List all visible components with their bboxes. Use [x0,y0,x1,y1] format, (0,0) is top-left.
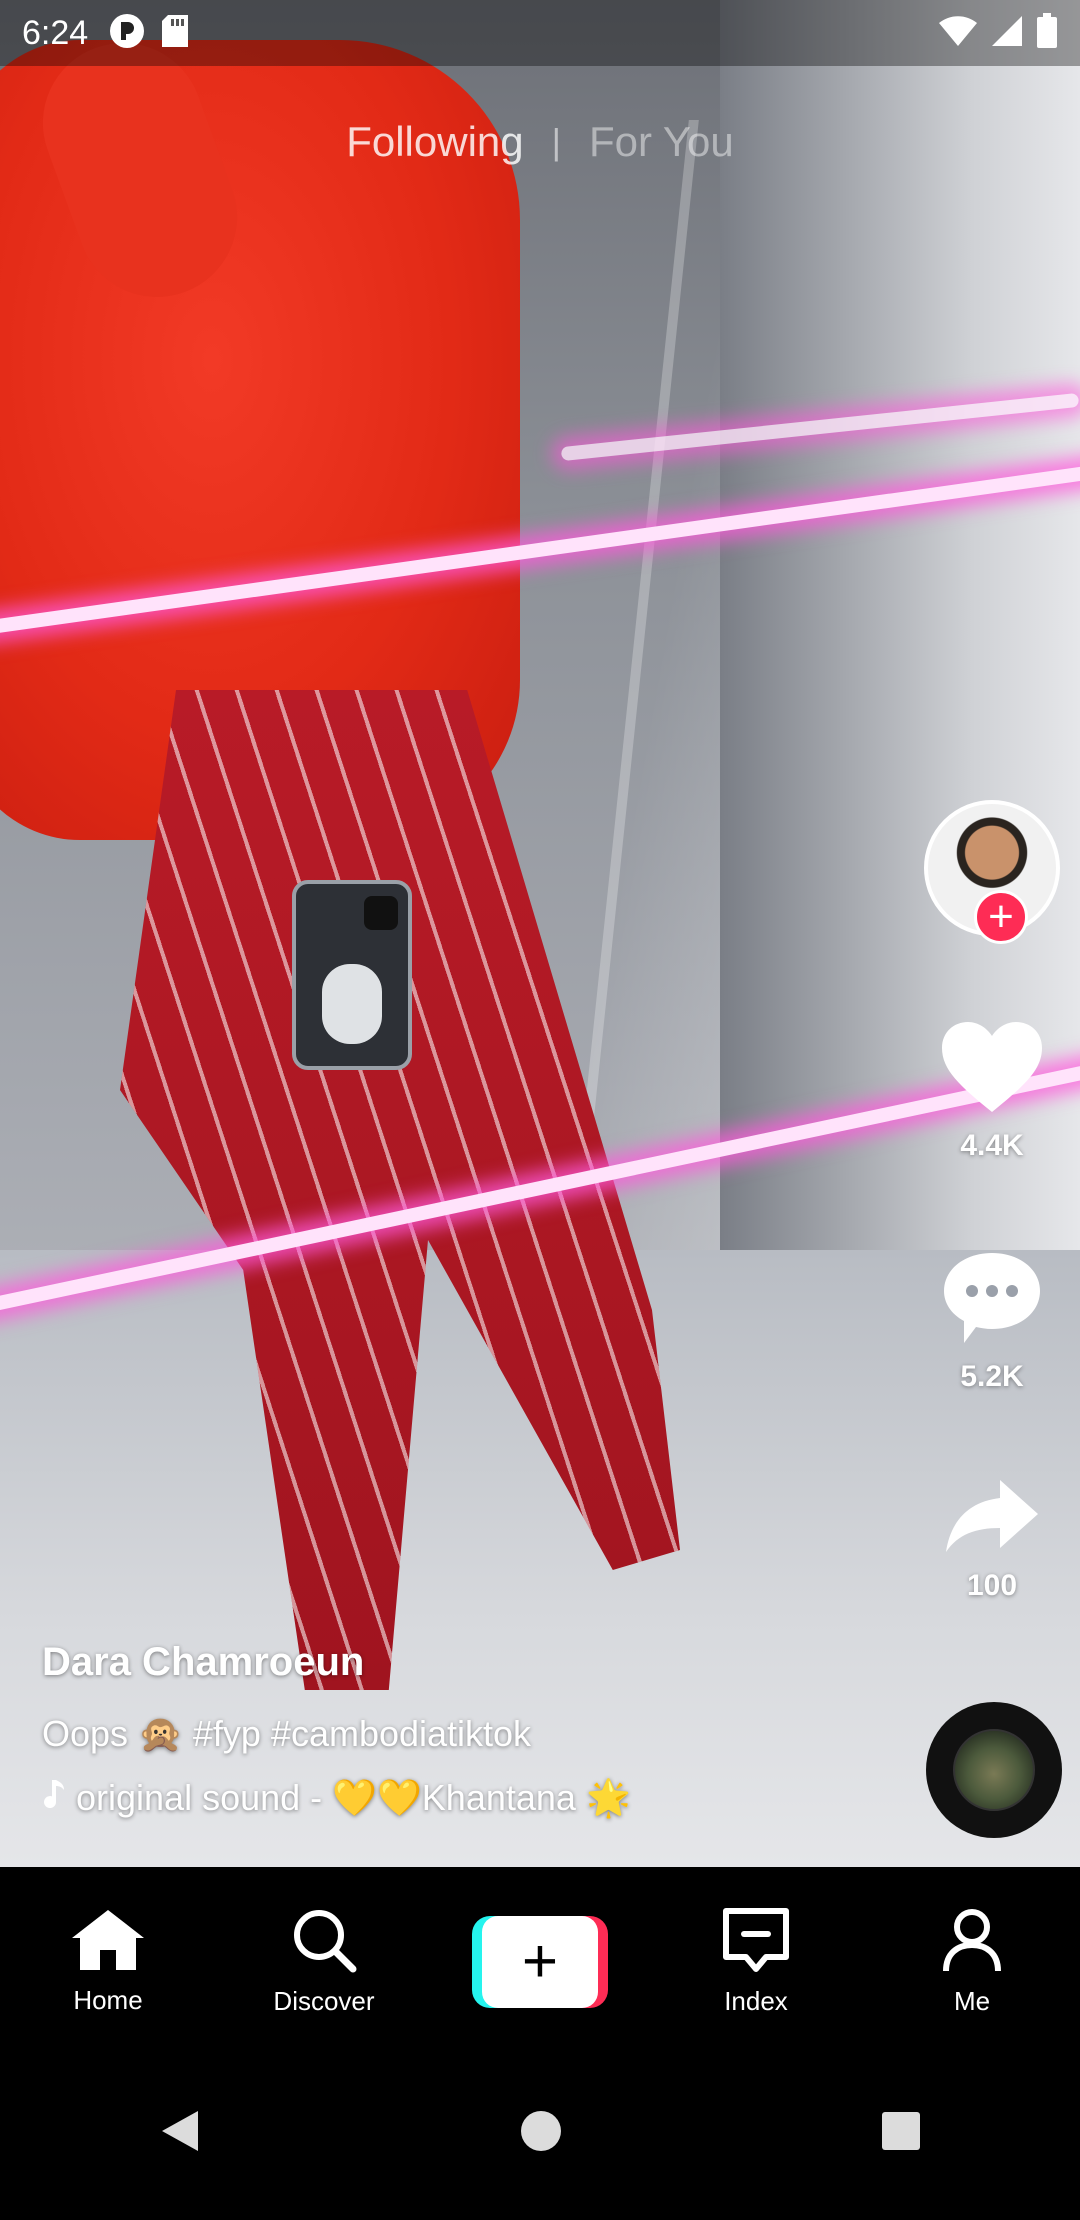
tab-divider: | [551,121,561,162]
music-cover-art [953,1729,1035,1811]
nav-me[interactable]: Me [887,1907,1057,2017]
nav-discover[interactable]: Discover [239,1907,409,2017]
music-disc[interactable] [926,1702,1062,1838]
nav-index-label: Index [724,1986,788,2016]
inbox-icon [722,1907,790,1978]
like-count: 4.4K [960,1129,1024,1162]
recents-square-icon[interactable] [880,2110,922,2157]
tab-following[interactable]: Following [346,118,523,166]
creator-avatar[interactable]: + [924,800,1060,944]
video-description[interactable]: Oops 🙊 #fyp #cambodiatiktok [42,1713,902,1755]
creator-username[interactable]: Dara Chamroeun [42,1640,902,1685]
nav-create[interactable]: + [455,1916,625,2008]
create-button[interactable]: + [472,1916,608,2008]
sound-name[interactable]: original sound - 💛💛Khantana 🌟 [76,1777,631,1819]
search-icon [291,1907,357,1978]
nav-home[interactable]: Home [23,1908,193,2016]
share-arrow-icon [944,1478,1040,1559]
status-bar: 6:24 [0,0,1080,66]
video-phone [292,880,412,1070]
bottom-nav: Home Discover + Index Me [0,1867,1080,2047]
feed-tabs: Following | For You [0,118,1080,166]
home-icon [70,1908,146,1977]
home-circle-icon[interactable] [519,2109,563,2158]
comment-count: 5.2K [960,1360,1024,1393]
battery-icon [1036,12,1058,54]
sd-card-icon [160,13,190,54]
music-note-icon [42,1777,66,1819]
action-rail: + 4.4K 5.2K 100 [922,800,1062,1603]
share-button[interactable]: 100 [944,1478,1040,1603]
video-phone-sticker [322,964,382,1044]
nav-me-label: Me [953,1986,991,2016]
comment-icon [942,1251,1042,1350]
profile-icon [942,1907,1002,1978]
system-nav-bar [0,2047,1080,2220]
cellular-signal-icon [990,14,1024,53]
heart-icon [940,1020,1044,1119]
tab-for-you[interactable]: For You [589,118,734,166]
back-icon[interactable] [158,2107,202,2160]
video-caption: Dara Chamroeun Oops 🙊 #fyp #cambodiatikt… [42,1640,902,1819]
status-time: 6:24 [22,13,89,52]
nav-home-label: Home [73,1985,143,2015]
app-notification-icon [108,12,146,55]
nav-discover-label: Discover [273,1986,375,2016]
video-phone-camera [364,896,398,930]
plus-icon: + [482,1916,598,2008]
sound-row[interactable]: original sound - 💛💛Khantana 🌟 [42,1777,902,1819]
comment-button[interactable]: 5.2K [942,1251,1042,1394]
share-count: 100 [966,1569,1018,1602]
nav-index[interactable]: Index [671,1907,841,2017]
like-button[interactable]: 4.4K [940,1020,1044,1163]
follow-button[interactable]: + [974,890,1028,944]
wifi-icon [938,14,978,53]
video-player[interactable] [0,0,1080,1867]
